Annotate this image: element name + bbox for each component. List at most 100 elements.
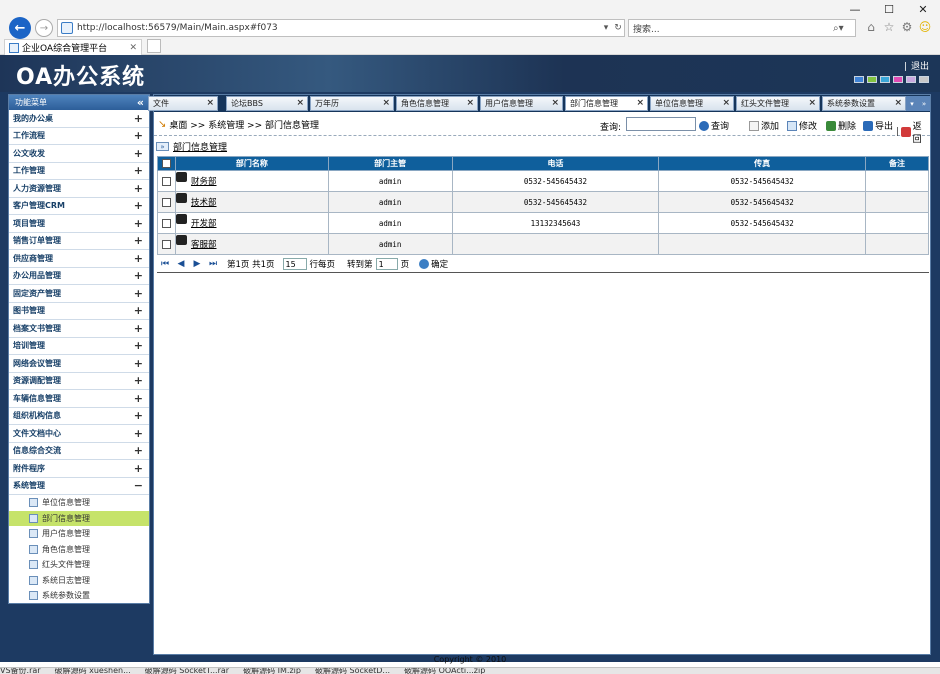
edit-button[interactable]: 修改 [787,119,817,132]
sidebar-subitem[interactable]: 单位信息管理 [9,495,149,511]
taskbar-item[interactable]: 破解源码 SocketD... [315,668,390,674]
section-title[interactable]: 部门信息管理 [173,140,227,153]
expand-toggle-icon[interactable]: + [134,409,143,422]
sidebar-item[interactable]: 项目管理 + [9,215,149,233]
scroll-tabs-left-icon[interactable]: ▾ [906,96,918,111]
search-icon[interactable]: ⌕▾ [833,23,855,34]
sidebar-item[interactable]: 图书管理 + [9,303,149,320]
content-tab[interactable]: 万年历 × [310,96,394,111]
sidebar-item[interactable]: 工作管理 + [9,163,149,180]
row-select-cell[interactable] [157,212,176,234]
expand-toggle-icon[interactable]: + [134,112,143,125]
table-row[interactable]: 客服部 admin [157,233,929,255]
sidebar-item[interactable]: 附件程序 + [9,460,149,478]
first-page-icon[interactable]: ⏮ [157,259,173,269]
expand-toggle-icon[interactable]: + [134,339,143,352]
expand-toggle-icon[interactable]: + [134,322,143,335]
maximize-icon[interactable]: ☐ [872,0,906,18]
minimize-icon[interactable]: — [838,0,872,18]
add-button[interactable]: 添加 [749,119,779,132]
theme-swatch[interactable] [854,76,864,83]
tab-close-icon[interactable]: × [808,98,816,108]
sidebar-subitem[interactable]: 角色信息管理 [9,542,149,558]
taskbar-item[interactable]: 破解源码 IM.zip [243,668,301,674]
sidebar-subitem[interactable]: 系统日志管理 [9,573,149,589]
sidebar-item[interactable]: 供应商管理 + [9,250,149,268]
select-all-cell[interactable] [157,156,176,171]
row-select-cell[interactable] [157,233,176,255]
tab-close-icon[interactable]: ✕ [129,43,137,53]
content-tab[interactable]: 单位信息管理 × [650,96,734,111]
refresh-icon[interactable]: ↻ [612,23,624,33]
url-text[interactable]: http://localhost:56579/Main/Main.aspx#f0… [77,23,600,33]
dept-name-cell[interactable]: 技术部 [174,191,329,213]
theme-swatch[interactable] [906,76,916,83]
dept-name-link[interactable]: 客服部 [191,240,217,250]
tab-close-icon[interactable]: × [206,98,214,108]
tab-close-icon[interactable]: × [382,98,390,108]
tab-close-icon[interactable]: × [551,98,559,108]
browser-search-box[interactable]: 搜索... ⌕▾ [628,19,856,37]
sidebar-subitem[interactable]: 红头文件管理 [9,557,149,573]
theme-swatch[interactable] [919,76,929,83]
table-row[interactable]: 技术部 admin 0532-545645432 0532-545645432 [157,191,929,213]
theme-swatch[interactable] [880,76,890,83]
expand-toggle-icon[interactable]: + [134,182,143,195]
expand-toggle-icon[interactable]: + [134,357,143,370]
expand-toggle-icon[interactable]: + [134,252,143,265]
expand-toggle-icon[interactable]: + [134,444,143,457]
dept-name-cell[interactable]: 财务部 [174,170,329,192]
table-row[interactable]: 财务部 admin 0532-545645432 0532-545645432 [157,170,929,192]
expand-toggle-icon[interactable]: + [134,164,143,177]
table-row[interactable]: 开发部 admin 13132345643 0532-545645432 [157,212,929,234]
expand-toggle-icon[interactable]: + [134,427,143,440]
taskbar-item[interactable]: 破解源码 OOActi...zip [404,668,485,674]
sidebar-subitem[interactable]: 用户信息管理 [9,526,149,542]
content-tab[interactable]: 文件 × [148,96,218,111]
expand-toggle-icon[interactable]: − [134,479,143,492]
expand-toggle-icon[interactable]: + [134,129,143,142]
logout-label[interactable]: 退出 [911,62,929,72]
expand-toggle-icon[interactable]: + [134,287,143,300]
delete-button[interactable]: 删除 [826,119,856,132]
smiley-icon[interactable]: ☺ [918,19,932,35]
dept-name-cell[interactable]: 开发部 [174,212,329,234]
taskbar-item[interactable]: 破解源码 xueshen... [55,668,131,674]
theme-swatch[interactable] [867,76,877,83]
collapse-sidebar-icon[interactable]: « [137,96,144,109]
sidebar-item[interactable]: 档案文书管理 + [9,320,149,338]
sidebar-subitem[interactable]: 系统参数设置 [9,588,149,604]
prev-page-icon[interactable]: ◀ [173,259,189,269]
sidebar-item[interactable]: 工作流程 + [9,128,149,145]
confirm-button[interactable]: 确定 [419,258,448,270]
browser-tab[interactable]: 企业OA综合管理平台 ✕ [4,39,142,55]
row-checkbox[interactable] [161,218,171,228]
taskbar-item[interactable]: VS备份.rar [0,668,41,674]
dept-name-link[interactable]: 财务部 [191,177,217,187]
new-tab-button[interactable] [147,39,161,53]
expand-toggle-icon[interactable]: + [134,304,143,317]
tab-close-icon[interactable]: × [636,98,644,108]
gear-icon[interactable]: ⚙ [900,19,914,35]
sidebar-item[interactable]: 公文收发 + [9,145,149,163]
tab-close-icon[interactable]: × [296,98,304,108]
sidebar-item[interactable]: 客户管理CRM + [9,198,149,215]
goto-page-input[interactable]: 1 [375,258,398,270]
content-tab[interactable]: 用户信息管理 × [480,96,563,111]
row-checkbox[interactable] [161,197,171,207]
select-all-checkbox[interactable] [161,159,171,168]
sidebar-item[interactable]: 文件文档中心 + [9,425,149,443]
expand-toggle-icon[interactable]: + [134,199,143,212]
tab-close-icon[interactable]: × [722,98,730,108]
expand-toggle-icon[interactable]: + [134,392,143,405]
sidebar-item[interactable]: 组织机构信息 + [9,408,149,425]
expand-toggle-icon[interactable]: + [134,462,143,475]
close-icon[interactable]: ✕ [906,0,940,18]
expand-toggle-icon[interactable]: + [134,374,143,387]
home-icon[interactable]: ⌂ [864,19,878,35]
sidebar-item[interactable]: 固定资产管理 + [9,285,149,303]
search-placeholder[interactable]: 搜索... [633,22,833,35]
row-select-cell[interactable] [157,191,176,213]
expand-toggle-icon[interactable]: + [134,147,143,160]
dropdown-icon[interactable]: ▾ [600,23,612,33]
